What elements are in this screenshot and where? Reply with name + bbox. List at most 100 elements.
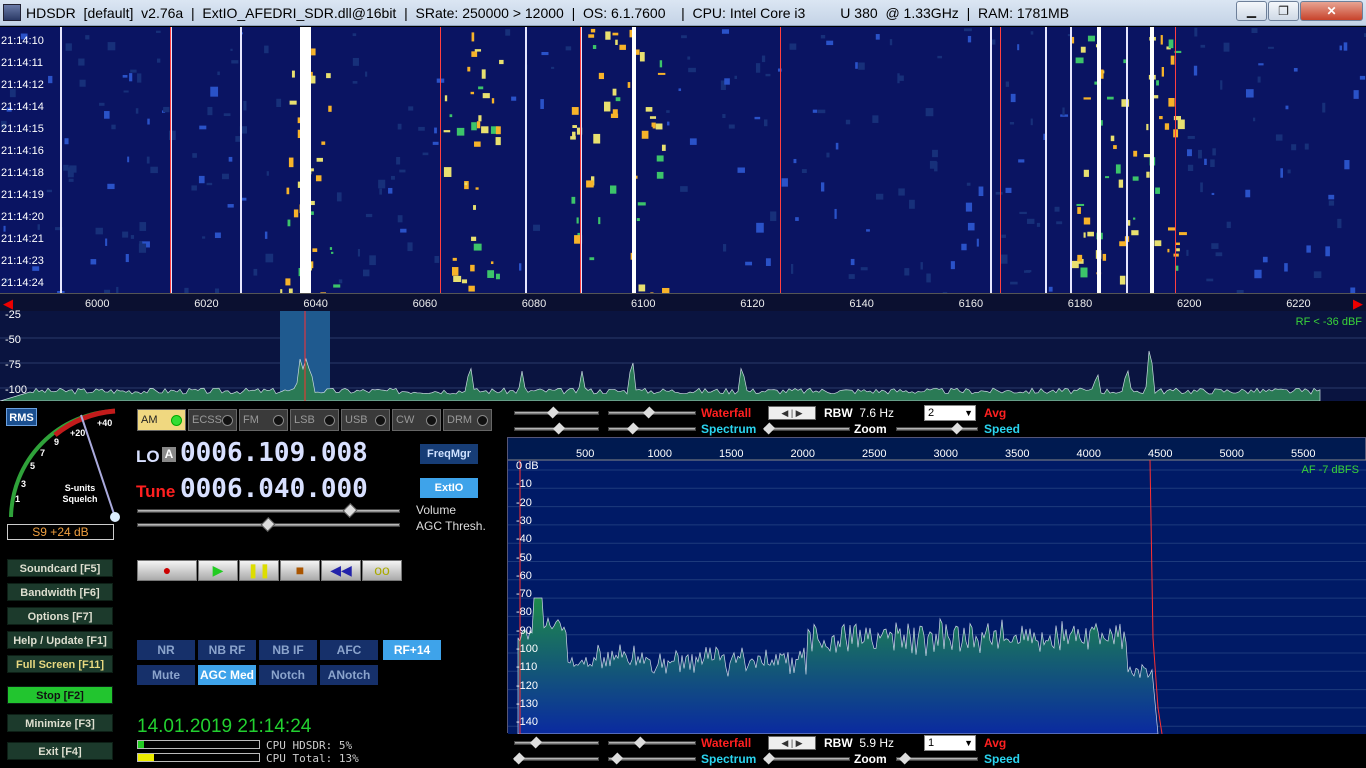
rf-axis-tick: 6220 xyxy=(1286,298,1311,310)
af-zoom-slider[interactable] xyxy=(762,752,850,765)
freqmgr-button[interactable]: FreqMgr xyxy=(420,444,478,464)
fkey-soundcard-button[interactable]: Soundcard [F5] xyxy=(7,559,113,577)
waterfall-pixel xyxy=(388,187,393,194)
carrier-trace xyxy=(990,27,992,293)
carrier-trace xyxy=(240,27,242,293)
record-button[interactable]: ● xyxy=(137,560,197,581)
af-waterfall-contrast-slider[interactable] xyxy=(608,736,696,749)
af-axis-tick: 1500 xyxy=(719,448,744,460)
dsp-anotch-button[interactable]: ANotch xyxy=(320,665,378,685)
waterfall-pixel xyxy=(1306,245,1311,253)
fkey-full-screen-button[interactable]: Full Screen [F11] xyxy=(7,655,113,673)
mode-label: DRM xyxy=(447,414,473,426)
tune-frequency-display[interactable]: 0006.040.000 xyxy=(180,474,368,504)
af-spectrum-level-slider[interactable] xyxy=(512,752,599,765)
af-spectrum-contrast-slider[interactable] xyxy=(608,752,696,765)
maximize-window-button[interactable]: ❐ xyxy=(1268,1,1299,21)
lo-badge[interactable]: A xyxy=(162,447,176,462)
waterfall-pixel xyxy=(1118,179,1124,188)
rf-frequency-axis[interactable]: ◀ ▶ 6000 6020 6040 6060 6080 6100 6120 6140 6160… xyxy=(0,293,1366,311)
volume-slider[interactable] xyxy=(137,503,400,518)
slider-thumb[interactable] xyxy=(762,752,776,765)
af-waterfall-stepper[interactable]: ◀ | ▶ xyxy=(768,736,816,750)
dsp-agc-med-button[interactable]: AGC Med xyxy=(198,665,256,685)
rf-avg-select[interactable]: 2 xyxy=(924,405,976,421)
slider-thumb[interactable] xyxy=(898,752,912,765)
af-avg-label: Avg xyxy=(984,736,1007,750)
waterfall-pixel xyxy=(243,100,247,111)
slider-thumb[interactable] xyxy=(642,406,656,419)
stop-button[interactable]: ■ xyxy=(280,560,320,581)
slider-thumb[interactable] xyxy=(633,736,647,749)
s-meter-scale-label: 3 xyxy=(21,479,27,489)
mode-lsb-button[interactable]: LSB xyxy=(290,409,339,431)
rewind-button[interactable]: ◀◀ xyxy=(321,560,361,581)
waterfall-pixel xyxy=(85,35,90,40)
fkey-minimize-button[interactable]: Minimize [F3] xyxy=(7,714,113,732)
waterfall-pixel xyxy=(860,267,868,271)
mode-ecss-button[interactable]: ECSS xyxy=(188,409,237,431)
fkey-help-update-button[interactable]: Help / Update [F1] xyxy=(7,631,113,649)
slider-thumb[interactable] xyxy=(950,422,964,435)
waterfall-pixel xyxy=(651,122,656,127)
waterfall-pixel xyxy=(210,86,219,97)
close-window-button[interactable]: ✕ xyxy=(1300,1,1363,21)
waterfall-pixel xyxy=(728,124,735,129)
mode-fm-button[interactable]: FM xyxy=(239,409,288,431)
rf-waterfall-level-slider[interactable] xyxy=(514,406,599,419)
slider-thumb[interactable] xyxy=(626,422,640,435)
dsp-rf-14-button[interactable]: RF+14 xyxy=(383,640,441,660)
rf-spectrum[interactable]: -25 -50 -75 -100 RF < -36 dBF xyxy=(0,309,1366,401)
rf-axis-tick: 6160 xyxy=(958,298,984,310)
rms-button[interactable]: RMS xyxy=(6,408,37,426)
slider-thumb[interactable] xyxy=(610,752,624,765)
mode-cw-button[interactable]: CW xyxy=(392,409,441,431)
agc-threshold-slider[interactable] xyxy=(137,517,400,532)
waterfall-pixel xyxy=(434,127,437,134)
dsp-mute-button[interactable]: Mute xyxy=(137,665,195,685)
slider-thumb[interactable] xyxy=(552,422,566,435)
dsp-afc-button[interactable]: AFC xyxy=(320,640,378,660)
slider-thumb[interactable] xyxy=(546,406,560,419)
minimize-window-button[interactable]: ▁ xyxy=(1236,1,1267,21)
af-waterfall-level-slider[interactable] xyxy=(514,736,599,749)
rf-speed-slider[interactable] xyxy=(896,422,978,435)
af-spectrum[interactable]: 500 1000 1500 2000 2500 3000 3500 4000 4500 5000 5… xyxy=(507,437,1366,734)
fkey-stop-button[interactable]: Stop [F2] xyxy=(7,686,113,704)
waterfall-pixel xyxy=(495,137,501,146)
fkey-exit-button[interactable]: Exit [F4] xyxy=(7,742,113,760)
extio-button[interactable]: ExtIO xyxy=(420,478,478,498)
rf-zoom-slider[interactable] xyxy=(762,422,850,435)
slider-thumb[interactable] xyxy=(529,736,543,749)
waterfall-pixel xyxy=(452,257,457,261)
mode-drm-button[interactable]: DRM xyxy=(443,409,492,431)
slider-thumb[interactable] xyxy=(762,422,776,435)
rf-waterfall-contrast-slider[interactable] xyxy=(608,406,696,419)
loop-button[interactable]: oo xyxy=(362,560,402,581)
dsp-notch-button[interactable]: Notch xyxy=(259,665,317,685)
waterfall-pixel xyxy=(1173,116,1182,121)
lo-frequency-display[interactable]: 0006.109.008 xyxy=(180,438,368,468)
fkey-options-button[interactable]: Options [F7] xyxy=(7,607,113,625)
rf-waterfall-stepper[interactable]: ◀ | ▶ xyxy=(768,406,816,420)
mode-usb-button[interactable]: USB xyxy=(341,409,390,431)
fkey-bandwidth-button[interactable]: Bandwidth [F6] xyxy=(7,583,113,601)
rf-spectrum-contrast-slider[interactable] xyxy=(608,422,696,435)
waterfall-pixel xyxy=(1133,150,1138,157)
play-button[interactable]: ▶ xyxy=(198,560,238,581)
slider-thumb[interactable] xyxy=(512,752,526,765)
squelch-label[interactable]: Squelch xyxy=(58,494,102,505)
rf-waterfall[interactable]: 21:14:10 21:14:11 21:14:12 21:14:14 21:14:15… xyxy=(0,27,1366,293)
waterfall-pixel xyxy=(826,40,834,46)
af-speed-slider[interactable] xyxy=(896,752,978,765)
scroll-right-arrow-icon[interactable]: ▶ xyxy=(1353,296,1363,312)
dsp-nr-button[interactable]: NR xyxy=(137,640,195,660)
mode-am-button[interactable]: AM xyxy=(137,409,186,431)
pause-button[interactable]: ❚❚ xyxy=(239,560,279,581)
dsp-nb-rf-button[interactable]: NB RF xyxy=(198,640,256,660)
af-avg-select[interactable]: 1 xyxy=(924,735,976,751)
dsp-nb-if-button[interactable]: NB IF xyxy=(259,640,317,660)
rf-spectrum-level-slider[interactable] xyxy=(514,422,599,435)
s-meter-scale-label: 9 xyxy=(54,437,60,447)
waterfall-pixel xyxy=(1156,80,1159,86)
